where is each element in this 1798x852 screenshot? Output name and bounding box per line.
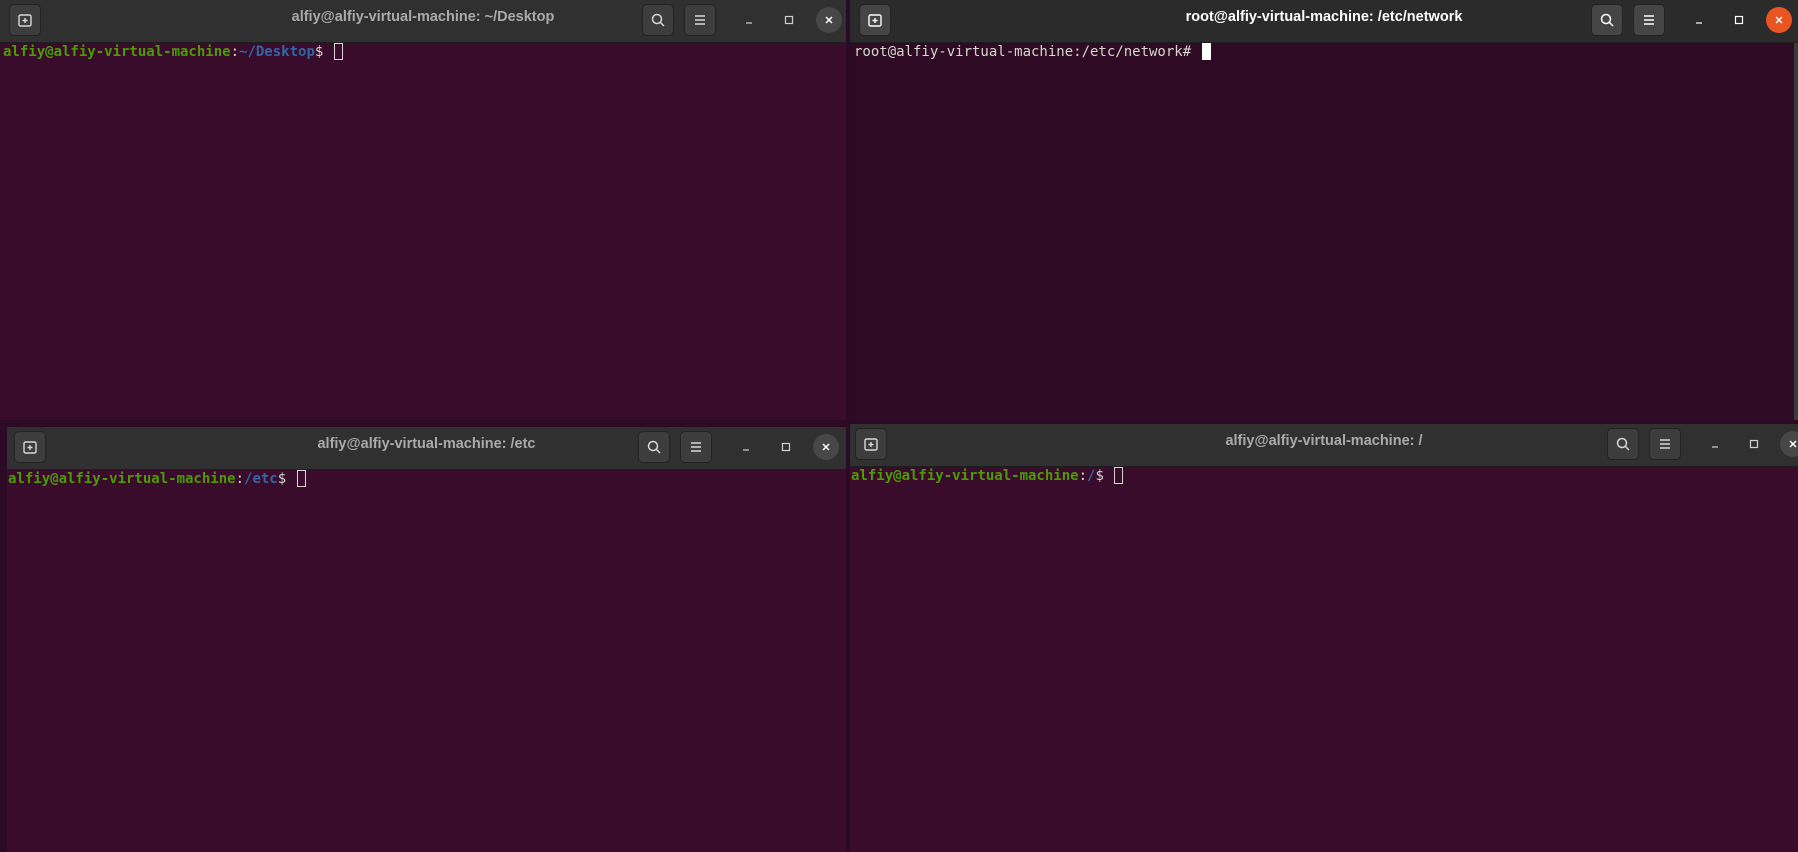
- minimize-button[interactable]: [736, 7, 762, 33]
- close-icon: [822, 443, 830, 451]
- terminal-window-desktop[interactable]: alfiy@alfiy-virtual-machine: ~/Desktop a…: [0, 0, 846, 420]
- new-tab-icon: [18, 14, 32, 27]
- terminal-window-root[interactable]: alfiy@alfiy-virtual-machine: / alfiy@alf…: [850, 424, 1798, 852]
- prompt-text: root@alfiy-virtual-machine:/etc/network#: [854, 44, 1200, 60]
- text-cursor: [1114, 467, 1124, 484]
- minimize-button[interactable]: [1702, 431, 1728, 457]
- title-bar[interactable]: root@alfiy-virtual-machine: /etc/network: [850, 0, 1798, 43]
- text-cursor: [333, 43, 343, 60]
- minimize-icon: [746, 22, 752, 24]
- prompt-separator: :: [1078, 468, 1088, 484]
- search-button[interactable]: [638, 431, 670, 463]
- title-bar[interactable]: alfiy@alfiy-virtual-machine: /etc: [7, 427, 846, 470]
- prompt-path: ~/Desktop: [239, 44, 315, 60]
- close-icon: [825, 16, 833, 24]
- maximize-icon: [784, 15, 794, 25]
- window-title: alfiy@alfiy-virtual-machine: ~/Desktop: [291, 9, 555, 25]
- hamburger-menu-icon: [695, 15, 705, 25]
- minimize-icon: [743, 449, 749, 451]
- maximize-button[interactable]: [773, 434, 799, 460]
- maximize-button[interactable]: [776, 7, 802, 33]
- maximize-icon: [781, 442, 791, 452]
- terminal-content[interactable]: alfiy@alfiy-virtual-machine:/etc$: [7, 470, 846, 852]
- close-button[interactable]: [1766, 7, 1792, 33]
- new-tab-button[interactable]: [14, 431, 46, 463]
- new-tab-icon: [864, 438, 878, 451]
- close-button[interactable]: [816, 7, 842, 33]
- new-tab-icon: [23, 441, 37, 454]
- maximize-button[interactable]: [1726, 7, 1752, 33]
- search-button[interactable]: [1607, 428, 1639, 460]
- search-icon: [651, 13, 665, 27]
- prompt-user: alfiy@alfiy-virtual-machine: [3, 44, 231, 60]
- search-button[interactable]: [1591, 4, 1623, 36]
- maximize-icon: [1734, 15, 1744, 25]
- new-tab-button[interactable]: [855, 428, 887, 460]
- scrollbar-track[interactable]: [1794, 43, 1798, 420]
- search-button[interactable]: [642, 4, 674, 36]
- close-button[interactable]: [1780, 431, 1798, 457]
- minimize-icon: [1712, 446, 1718, 448]
- search-icon: [1616, 437, 1630, 451]
- new-tab-icon: [868, 14, 882, 27]
- window-title: alfiy@alfiy-virtual-machine: /etc: [317, 436, 536, 452]
- close-button[interactable]: [813, 434, 839, 460]
- terminal-window-etc-network[interactable]: root@alfiy-virtual-machine: /etc/network…: [850, 0, 1798, 420]
- minimize-button[interactable]: [733, 434, 759, 460]
- new-tab-button[interactable]: [9, 4, 41, 36]
- close-icon: [1789, 440, 1797, 448]
- prompt-symbol: $: [1095, 468, 1113, 484]
- menu-button[interactable]: [1649, 428, 1681, 460]
- search-icon: [647, 440, 661, 454]
- hamburger-menu-icon: [691, 442, 701, 452]
- maximize-button[interactable]: [1741, 431, 1767, 457]
- maximize-icon: [1749, 439, 1759, 449]
- prompt-path: /etc: [244, 471, 278, 487]
- title-bar[interactable]: alfiy@alfiy-virtual-machine: /: [850, 424, 1798, 467]
- prompt-symbol: $: [314, 44, 332, 60]
- text-cursor: [1201, 43, 1211, 60]
- menu-button[interactable]: [1633, 4, 1665, 36]
- prompt-symbol: $: [277, 471, 295, 487]
- terminal-content[interactable]: alfiy@alfiy-virtual-machine:/$: [850, 467, 1798, 852]
- prompt-user: alfiy@alfiy-virtual-machine: [8, 471, 236, 487]
- text-cursor: [296, 470, 306, 487]
- terminal-window-etc[interactable]: alfiy@alfiy-virtual-machine: /etc alfiy@…: [7, 427, 846, 852]
- menu-button[interactable]: [680, 431, 712, 463]
- new-tab-button[interactable]: [859, 4, 891, 36]
- terminal-content[interactable]: root@alfiy-virtual-machine:/etc/network#: [850, 43, 1798, 420]
- hamburger-menu-icon: [1660, 439, 1670, 449]
- prompt-separator: :: [235, 471, 245, 487]
- minimize-icon: [1696, 22, 1702, 24]
- terminal-content[interactable]: alfiy@alfiy-virtual-machine:~/Desktop$: [0, 43, 846, 420]
- search-icon: [1600, 13, 1614, 27]
- title-bar[interactable]: alfiy@alfiy-virtual-machine: ~/Desktop: [0, 0, 846, 43]
- minimize-button[interactable]: [1686, 7, 1712, 33]
- hamburger-menu-icon: [1644, 15, 1654, 25]
- prompt-user: alfiy@alfiy-virtual-machine: [851, 468, 1079, 484]
- menu-button[interactable]: [684, 4, 716, 36]
- close-icon: [1775, 16, 1783, 24]
- prompt-separator: :: [230, 44, 240, 60]
